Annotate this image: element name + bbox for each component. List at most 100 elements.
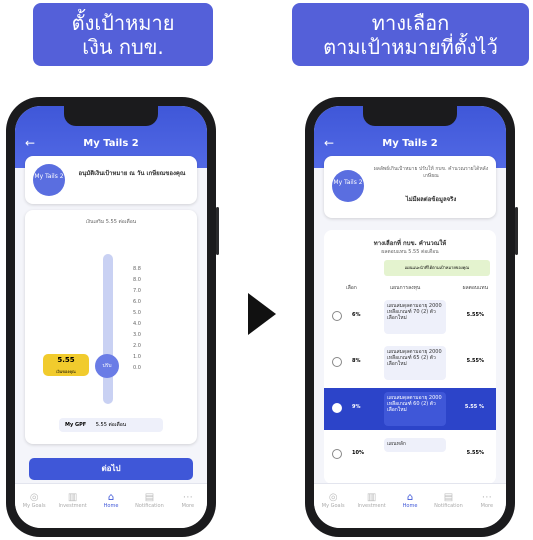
avatar: My Tails 2 bbox=[332, 170, 364, 202]
chart-icon: ▥ bbox=[67, 492, 78, 503]
bottom-nav: ◎ My Goals ▥ Investment ⌂ Home ▤ Notificatio… bbox=[15, 483, 207, 528]
recommend-banner: แผนแนะนำที่ได้ตามเป้าหมายของคุณ bbox=[384, 260, 490, 276]
screen: ← My Tails 2 My Tails 2 ผลลัพธ์เกินเป้าห… bbox=[314, 106, 506, 528]
result-card: My Tails 2 ผลลัพธ์เกินเป้าหมาย ปรับให้ ก… bbox=[324, 156, 496, 218]
goal-badge-line1: ตั้งเป้าหมาย bbox=[71, 11, 175, 35]
phone-options: ← My Tails 2 My Tails 2 ผลลัพธ์เกินเป้าห… bbox=[305, 97, 518, 537]
my-rate-chip: 5.55 เงินของคุณ bbox=[43, 354, 89, 376]
side-button bbox=[515, 207, 518, 255]
more-icon: ⋯ bbox=[481, 492, 492, 503]
bell-icon: ▤ bbox=[144, 492, 155, 503]
tick-label: 6.0 bbox=[133, 299, 141, 305]
option-percent: 6% bbox=[352, 312, 361, 318]
option-row[interactable]: 8% แผนสมดุลตามอายุ 2000 เหลือเกณฑ์ 65 (2… bbox=[324, 342, 496, 384]
chart-icon: ▥ bbox=[366, 492, 377, 503]
next-arrow-icon bbox=[248, 293, 276, 335]
nav-investment[interactable]: ▥ Investment bbox=[352, 484, 390, 528]
screen-title: My Tails 2 bbox=[382, 138, 438, 149]
tick-label: 7.0 bbox=[133, 288, 141, 294]
my-rate-value: 5.55 bbox=[57, 356, 75, 364]
nav-label: More bbox=[480, 503, 494, 509]
option-return: 5.55% bbox=[466, 358, 484, 364]
nav-label: More bbox=[181, 503, 195, 509]
option-percent: 10% bbox=[352, 450, 364, 456]
phone-notch bbox=[64, 106, 158, 126]
nav-home[interactable]: ⌂ Home bbox=[391, 484, 429, 528]
avatar: My Tails 2 bbox=[33, 164, 65, 196]
goal-badge: ตั้งเป้าหมาย เงิน กบข. bbox=[33, 3, 213, 66]
nav-my-goals[interactable]: ◎ My Goals bbox=[15, 484, 53, 528]
option-return: 5.55 % bbox=[464, 404, 484, 410]
goal-badge-line2: เงิน กบข. bbox=[82, 35, 164, 59]
screen: ← My Tails 2 My Tails 2 อนุมัติเงินเป้าห… bbox=[15, 106, 207, 528]
col-header: เลือก bbox=[346, 285, 357, 291]
nav-label: Investment bbox=[357, 503, 386, 509]
home-icon: ⌂ bbox=[406, 492, 414, 503]
table-header: เลือก แผนการลงทุน ผลตอบแทน bbox=[324, 280, 496, 294]
options-badge: ทางเลือก ตามเป้าหมายที่ตั้งไว้ bbox=[292, 3, 529, 66]
options-title: ทางเลือกที่ กบข. คำนวณให้ bbox=[373, 240, 447, 247]
my-gpf-value: 5.55 ต่อเดือน bbox=[95, 422, 127, 428]
option-fund: แผนสมดุลตามอายุ 2000 เหลือเกณฑ์ 60 (2) ต… bbox=[384, 392, 446, 426]
options-badge-line1: ทางเลือก bbox=[371, 11, 450, 35]
nav-more[interactable]: ⋯ More bbox=[468, 484, 506, 528]
my-rate-label: เงินของคุณ bbox=[56, 369, 76, 374]
my-gpf-row: My GPF 5.55 ต่อเดือน bbox=[59, 418, 163, 432]
home-icon: ⌂ bbox=[107, 492, 115, 503]
tick-label: 2.0 bbox=[133, 343, 141, 349]
bottom-nav: ◎ My Goals ▥ Investment ⌂ Home ▤ Notificatio… bbox=[314, 483, 506, 528]
rate-caption: เงินเสริม 5.55 ต่อเดือน bbox=[85, 219, 137, 225]
option-return: 5.55% bbox=[466, 312, 484, 318]
nav-my-goals[interactable]: ◎ My Goals bbox=[314, 484, 352, 528]
side-button bbox=[216, 207, 219, 255]
option-row-selected[interactable]: 9% แผนสมดุลตามอายุ 2000 เหลือเกณฑ์ 60 (2… bbox=[324, 388, 496, 430]
radio-button[interactable] bbox=[332, 449, 342, 459]
option-fund: แผนหลัก bbox=[384, 438, 446, 452]
options-subtitle: ผลตอบแทน 5.55 ต่อเดือน bbox=[381, 249, 439, 255]
options-table: ทางเลือกที่ กบข. คำนวณให้ ผลตอบแทน 5.55 … bbox=[324, 230, 496, 484]
slider-scale: 8.8 8.0 7.0 6.0 5.0 4.0 3.0 2.0 1.0 0.0 bbox=[133, 264, 141, 374]
slider-handle[interactable]: ปรับ bbox=[95, 354, 119, 378]
radio-button[interactable] bbox=[332, 311, 342, 321]
nav-label: My Goals bbox=[321, 503, 345, 509]
option-row[interactable]: 6% แผนสมดุลตามอายุ 2000 เหลือเกณฑ์ 70 (2… bbox=[324, 296, 496, 338]
option-return: 5.55% bbox=[466, 450, 484, 456]
tick-label: 0.0 bbox=[133, 365, 141, 371]
option-fund: แผนสมดุลตามอายุ 2000 เหลือเกณฑ์ 65 (2) ต… bbox=[384, 346, 446, 380]
nav-notification[interactable]: ▤ Notification bbox=[429, 484, 467, 528]
tick-label: 4.0 bbox=[133, 321, 141, 327]
options-badge-line2: ตามเป้าหมายที่ตั้งไว้ bbox=[323, 35, 498, 59]
slider-track[interactable] bbox=[103, 254, 113, 404]
next-button[interactable]: ต่อไป bbox=[29, 458, 193, 480]
col-header: ผลตอบแทน bbox=[462, 285, 488, 291]
radio-button[interactable] bbox=[332, 357, 342, 367]
option-percent: 9% bbox=[352, 404, 361, 410]
result-card-action[interactable]: ไม่มีผลต่อข้อมูลจริง bbox=[372, 194, 490, 204]
nav-label: My Goals bbox=[22, 503, 46, 509]
more-icon: ⋯ bbox=[182, 492, 193, 503]
phone-notch bbox=[363, 106, 457, 126]
option-row[interactable]: 10% แผนหลัก 5.55% bbox=[324, 434, 496, 476]
tick-label: 3.0 bbox=[133, 332, 141, 338]
nav-label: Notification bbox=[135, 503, 164, 509]
option-percent: 8% bbox=[352, 358, 361, 364]
screen-title: My Tails 2 bbox=[83, 138, 139, 149]
nav-label: Home bbox=[103, 503, 119, 509]
bell-icon: ▤ bbox=[443, 492, 454, 503]
col-header: แผนการลงทุน bbox=[390, 285, 421, 291]
nav-investment[interactable]: ▥ Investment bbox=[53, 484, 91, 528]
option-fund: แผนสมดุลตามอายุ 2000 เหลือเกณฑ์ 70 (2) ต… bbox=[384, 300, 446, 334]
goal-icon: ◎ bbox=[328, 492, 338, 503]
tick-label: 1.0 bbox=[133, 354, 141, 360]
goal-card-text: อนุมัติเงินเป้าหมาย ณ วัน เกษียณของคุณ bbox=[78, 170, 186, 177]
nav-label: Home bbox=[402, 503, 418, 509]
goal-card: My Tails 2 อนุมัติเงินเป้าหมาย ณ วัน เกษ… bbox=[25, 156, 197, 204]
radio-button[interactable] bbox=[332, 403, 342, 413]
tick-label: 8.0 bbox=[133, 277, 141, 283]
nav-label: Investment bbox=[58, 503, 87, 509]
goal-icon: ◎ bbox=[29, 492, 39, 503]
nav-home[interactable]: ⌂ Home bbox=[92, 484, 130, 528]
nav-more[interactable]: ⋯ More bbox=[169, 484, 207, 528]
nav-notification[interactable]: ▤ Notification bbox=[130, 484, 168, 528]
tick-label: 5.0 bbox=[133, 310, 141, 316]
